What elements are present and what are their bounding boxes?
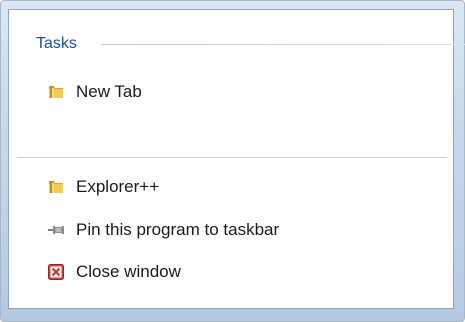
jump-list-item-close-window[interactable]: Close window	[47, 259, 427, 285]
folder-icon	[47, 178, 65, 196]
jump-list-item-label: Close window	[76, 262, 181, 281]
jump-list-window: Tasks New Tab Explorer++ Pin this progra…	[0, 0, 465, 322]
jump-list-item-label: Explorer++	[76, 177, 160, 196]
jump-list-panel: Tasks New Tab Explorer++ Pin this progra…	[8, 9, 465, 309]
jump-list-item-new-tab[interactable]: New Tab	[47, 79, 427, 105]
jump-list-item-pin-to-taskbar[interactable]: Pin this program to taskbar	[47, 217, 427, 243]
pin-icon	[47, 221, 65, 239]
jump-list-item-label: Pin this program to taskbar	[76, 220, 280, 239]
section-divider-line	[101, 44, 465, 45]
tasks-section-header: Tasks	[27, 32, 465, 54]
folder-icon	[47, 83, 65, 101]
jump-list-item-label: New Tab	[76, 82, 142, 101]
jump-list-item-explorer[interactable]: Explorer++	[47, 174, 427, 200]
close-window-icon	[47, 263, 65, 281]
section-separator	[17, 157, 447, 159]
tasks-section-title: Tasks	[36, 35, 77, 52]
